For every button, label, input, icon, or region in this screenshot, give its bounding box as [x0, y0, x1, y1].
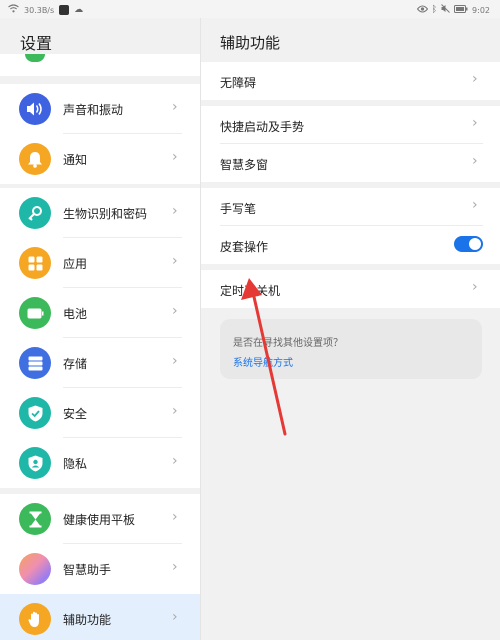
sidebar-item-security[interactable]: 安全 ›: [0, 388, 200, 438]
settings-group: 手写笔 › 皮套操作: [201, 188, 500, 264]
hourglass-icon: [19, 503, 51, 535]
chevron-right-icon: ›: [172, 149, 178, 165]
chevron-right-icon: ›: [172, 453, 178, 469]
sidebar-item-label: 存储: [63, 357, 88, 371]
privacy-icon: [19, 447, 51, 479]
sidebar-item-label: 辅助功能: [63, 613, 112, 627]
settings-list-panel: 设置 声音和振动 › 通知 › 生物识别和密码 › 应用 › 电池 › 存储 ›…: [0, 18, 200, 640]
speaker-icon: [19, 93, 51, 125]
chevron-right-icon: ›: [172, 509, 178, 525]
chevron-right-icon: ›: [472, 197, 478, 213]
chevron-right-icon: ›: [172, 559, 178, 575]
clock: 9:02: [472, 5, 490, 15]
chevron-right-icon: ›: [172, 303, 178, 319]
bluetooth-icon: ᛒ: [431, 5, 438, 15]
row-accessibility-services[interactable]: 无障碍 ›: [201, 62, 500, 100]
row-label: 智慧多窗: [220, 158, 269, 172]
row-label: 皮套操作: [220, 240, 269, 254]
sidebar-item-privacy[interactable]: 隐私 ›: [0, 438, 200, 488]
sidebar-item-label: 生物识别和密码: [63, 207, 148, 221]
apps-grid-icon: [19, 247, 51, 279]
sidebar-item-label: 安全: [63, 407, 88, 421]
bell-icon: [19, 143, 51, 175]
row-label: 手写笔: [220, 202, 257, 216]
cover-operation-toggle[interactable]: [454, 236, 483, 252]
sidebar-item-sound[interactable]: 声音和振动 ›: [0, 84, 200, 134]
wifi-icon: [8, 4, 19, 16]
partial-item-icon: [25, 54, 45, 62]
row-label: 快捷启动及手势: [220, 120, 305, 134]
net-speed: 30.3B/s: [24, 5, 55, 15]
chevron-right-icon: ›: [172, 253, 178, 269]
sidebar-item-storage[interactable]: 存储 ›: [0, 338, 200, 388]
sidebar-item-smart-assistant[interactable]: 智慧助手 ›: [0, 544, 200, 594]
sidebar-item-apps[interactable]: 应用 ›: [0, 238, 200, 288]
chevron-right-icon: ›: [172, 403, 178, 419]
sidebar-item-label: 应用: [63, 257, 88, 271]
sidebar-item-biometrics[interactable]: 生物识别和密码 ›: [0, 188, 200, 238]
sidebar-item-accessibility[interactable]: 辅助功能 ›: [0, 594, 200, 640]
chevron-right-icon: ›: [472, 71, 478, 87]
cloud-icon: ☁: [74, 5, 84, 15]
detail-title: 辅助功能: [220, 34, 281, 52]
status-bar: 30.3B/s ☁ ᛒ 9:02: [0, 0, 500, 18]
sidebar-item-notifications[interactable]: 通知 ›: [0, 134, 200, 184]
settings-group: 快捷启动及手势 › 智慧多窗 ›: [201, 106, 500, 182]
row-label: 无障碍: [220, 76, 257, 90]
hand-icon: [19, 603, 51, 635]
chevron-right-icon: ›: [172, 203, 178, 219]
row-shortcuts-gestures[interactable]: 快捷启动及手势 ›: [201, 106, 500, 144]
suggestion-card: 是否在寻找其他设置项？ 系统导航方式: [220, 319, 482, 379]
chevron-right-icon: ›: [172, 353, 178, 369]
row-scheduled-power[interactable]: 定时开关机 ›: [201, 270, 500, 308]
sidebar-item-digital-balance[interactable]: 健康使用平板 ›: [0, 494, 200, 544]
page-title: 设置: [20, 34, 53, 53]
list-group: 生物识别和密码 › 应用 › 电池 › 存储 › 安全 › 隐私 ›: [0, 188, 200, 488]
storage-icon: [19, 347, 51, 379]
key-icon: [19, 197, 51, 229]
accessibility-detail-panel: 辅助功能 无障碍 › 快捷启动及手势 › 智慧多窗 › 手写笔 › 皮套操作 定…: [200, 18, 500, 640]
sidebar-item-label: 电池: [63, 307, 88, 321]
sidebar-item-label: 智慧助手: [63, 563, 112, 577]
sidebar-item-label: 隐私: [63, 457, 88, 471]
suggestion-question: 是否在寻找其他设置项？: [233, 338, 343, 349]
sidebar-item-label: 通知: [63, 153, 88, 167]
settings-group: 定时开关机 ›: [201, 270, 500, 308]
row-label: 定时开关机: [220, 284, 281, 298]
list-group: 健康使用平板 › 智慧助手 › 辅助功能 ›: [0, 494, 200, 640]
list-group: [0, 54, 200, 76]
row-smart-multiwindow[interactable]: 智慧多窗 ›: [201, 144, 500, 182]
chevron-right-icon: ›: [472, 279, 478, 295]
row-cover-operation[interactable]: 皮套操作: [201, 226, 500, 264]
chevron-right-icon: ›: [172, 99, 178, 115]
chevron-right-icon: ›: [472, 115, 478, 131]
sidebar-item-label: 声音和振动: [63, 103, 124, 117]
app-notification-icon: [59, 5, 70, 15]
sidebar-item-battery[interactable]: 电池 ›: [0, 288, 200, 338]
sidebar-item-label: 健康使用平板: [63, 513, 136, 527]
mute-icon: [441, 4, 450, 16]
eye-icon: [416, 5, 428, 16]
battery-status-icon: [454, 4, 468, 16]
settings-group: 无障碍 ›: [201, 62, 500, 100]
toggle-knob: [469, 238, 481, 250]
battery-icon: [19, 297, 51, 329]
chevron-right-icon: ›: [172, 609, 178, 625]
chevron-right-icon: ›: [472, 153, 478, 169]
row-stylus[interactable]: 手写笔 ›: [201, 188, 500, 226]
shield-check-icon: [19, 397, 51, 429]
list-group: 声音和振动 › 通知 ›: [0, 84, 200, 184]
system-navigation-link[interactable]: 系统导航方式: [233, 354, 293, 369]
assistant-orb-icon: [19, 553, 51, 585]
